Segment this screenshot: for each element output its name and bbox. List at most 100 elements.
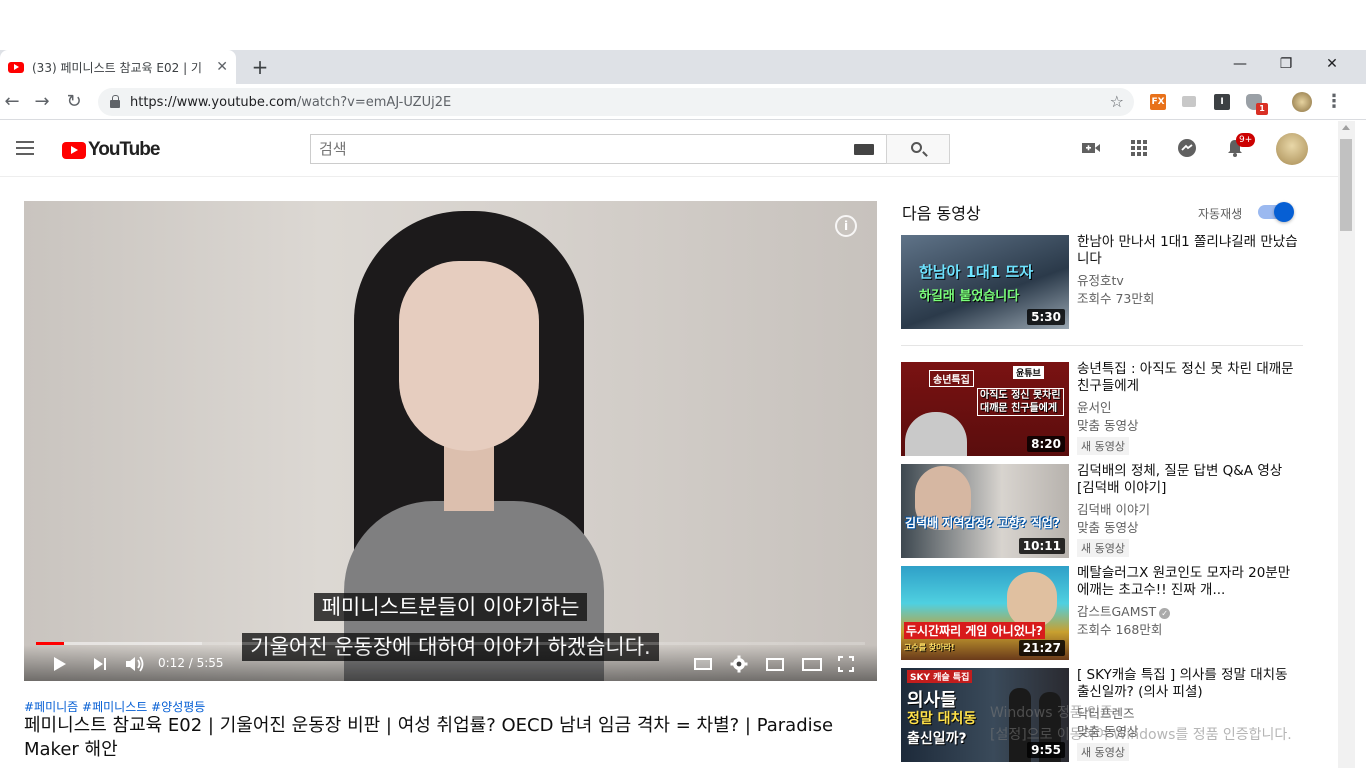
hamburger-menu-icon[interactable] (16, 141, 34, 155)
video-meta: 김덕배의 정체, 질문 답변 Q&A 영상 [김덕배 이야기] 김덕배 이야기 … (1077, 463, 1302, 557)
create-video-icon[interactable] (1080, 137, 1102, 159)
video-thumbnail[interactable]: 송년특집 윤튜브 아직도 정신 못차린 대깨문 친구들에게 8:20 (901, 362, 1069, 456)
apps-grid-icon[interactable] (1128, 137, 1150, 159)
youtube-favicon-icon (8, 61, 24, 73)
youtube-header: YouTube 9+ (0, 121, 1338, 177)
menu-kebab-icon[interactable]: ⋮ (1324, 92, 1344, 112)
thumbnail-caption: 대깨문 친구들에게 (980, 403, 1058, 414)
new-video-badge: 새 동영상 (1077, 437, 1129, 455)
tab-title: (33) 페미니스트 참교육 E02 | 기 (32, 60, 202, 75)
video-duration: 10:11 (1018, 538, 1065, 554)
thumbnail-cartoon-face (905, 412, 967, 456)
video-duration: 5:30 (1027, 309, 1065, 325)
video-thumbnail[interactable]: 두시간짜리 게임 아니었나? 고수를 찾아라! 21:27 (901, 566, 1069, 660)
address-bar[interactable]: https://www.youtube.com/watch?v=emAJ-UZU… (98, 88, 1134, 116)
forward-arrow-icon[interactable]: → (32, 92, 52, 112)
video-item-title[interactable]: 메탈슬러그X 원코인도 모자라 20분만에깨는 초고수!! 진짜 개... (1077, 565, 1302, 599)
extension-card-icon[interactable] (1182, 96, 1196, 107)
play-icon[interactable] (54, 657, 66, 671)
autoplay-toggle[interactable] (1258, 202, 1294, 222)
thumbnail-caption: 윤튜브 (1013, 366, 1044, 379)
info-card-icon[interactable]: i (835, 215, 857, 237)
search-icon (911, 142, 922, 153)
recommended-video[interactable]: 두시간짜리 게임 아니었나? 고수를 찾아라! 21:27 메탈슬러그X 원코인… (901, 565, 1311, 660)
video-meta: 송년특집 : 아직도 정신 못 차린 대깨문 친구들에게 윤서인 맞춤 동영상 … (1077, 361, 1302, 455)
next-video-icon[interactable] (94, 658, 103, 670)
bookmark-star-icon[interactable]: ☆ (1110, 92, 1124, 111)
scrollbar-thumb[interactable] (1340, 139, 1352, 231)
theater-mode-icon[interactable] (802, 658, 822, 671)
channel-name[interactable]: 감스트GAMST (1077, 604, 1156, 619)
fullscreen-icon[interactable] (838, 656, 854, 672)
channel-name-row[interactable]: 감스트GAMST ✓ (1077, 603, 1302, 621)
view-count: 조회수 168만회 (1077, 622, 1163, 637)
view-count: 맞춤 동영상 (1077, 418, 1139, 433)
thumbnail-caption: 고수를 찾아라! (904, 643, 955, 652)
profile-avatar-icon[interactable] (1292, 92, 1312, 112)
player-controls: 0:12 / 5:55 (24, 645, 877, 681)
thumbnail-caption-box: 아직도 정신 못차린 대깨문 친구들에게 (977, 388, 1064, 416)
new-video-badge: 새 동영상 (1077, 539, 1129, 557)
next-video-bar (104, 658, 106, 670)
thumbnail-caption: 두시간짜리 게임 아니었나? (904, 622, 1045, 639)
miniplayer-icon[interactable] (766, 658, 784, 671)
back-arrow-icon[interactable]: ← (2, 92, 22, 112)
volume-icon[interactable] (124, 655, 146, 673)
video-player[interactable]: i 페미니스트분들이 이야기하는 기울어진 운동장에 대하여 이야기 하겠습니다… (24, 201, 877, 681)
youtube-logo[interactable]: YouTube (62, 139, 160, 161)
settings-gear-icon[interactable] (730, 655, 748, 673)
desktop-top-area (0, 0, 1366, 50)
autoplay-label: 자동재생 (1198, 207, 1243, 221)
subtitles-icon[interactable] (694, 658, 712, 670)
channel-name[interactable]: 김덕배 이야기 (1077, 501, 1302, 519)
recommended-video[interactable]: 한남아 1대1 뜨자 하길래 붙었습니다 5:30 한남아 만나서 1대1 쫄리… (901, 234, 1311, 329)
extension-i-icon[interactable]: I (1214, 94, 1230, 110)
search-input[interactable] (319, 140, 839, 158)
up-next-heading: 다음 동영상 (902, 204, 981, 223)
messages-icon[interactable] (1176, 137, 1198, 159)
thumbnail-caption: 출신일까? (907, 731, 967, 747)
reload-icon[interactable]: ↻ (64, 92, 84, 112)
video-item-title[interactable]: 송년특집 : 아직도 정신 못 차린 대깨문 친구들에게 (1077, 361, 1302, 395)
channel-name[interactable]: 윤서인 (1077, 399, 1302, 417)
video-item-title[interactable]: [ SKY캐슬 특집 ] 의사를 정말 대치동 출신일까? (의사 피셜) (1077, 667, 1302, 701)
video-thumbnail[interactable]: 한남아 1대1 뜨자 하길래 붙었습니다 5:30 (901, 235, 1069, 329)
video-thumbnail[interactable]: 김덕배 지역감정? 고향? 직업? 10:11 (901, 464, 1069, 558)
youtube-wordmark: YouTube (88, 139, 160, 160)
url-text: https://www.youtube.com/watch?v=emAJ-UZU… (130, 94, 452, 110)
tab-strip: (33) 페미니스트 참교육 E02 | 기 ✕ + — ❐ ✕ (0, 50, 1366, 84)
close-window-button[interactable]: ✕ (1320, 56, 1344, 76)
recommended-video[interactable]: 송년특집 윤튜브 아직도 정신 못차린 대깨문 친구들에게 8:20 송년특집 … (901, 361, 1311, 456)
browser-toolbar: ← → ↻ https://www.youtube.com/watch?v=em… (0, 84, 1366, 120)
watermark-line: [설정]으로 이동하여 Windows를 정품 인증합니다. (990, 727, 1292, 743)
video-frame-neck (444, 441, 494, 511)
browser-tab[interactable]: (33) 페미니스트 참교육 E02 | 기 ✕ (0, 50, 236, 84)
account-avatar[interactable] (1276, 133, 1308, 165)
page-scrollbar[interactable] (1338, 121, 1355, 768)
scroll-up-arrow-icon[interactable] (1342, 125, 1350, 130)
restore-button[interactable]: ❐ (1274, 56, 1298, 76)
keyboard-icon[interactable] (854, 144, 874, 155)
video-title: 페미니스트 참교육 E02 | 기울어진 운동장 비판 | 여성 취업률? OE… (24, 715, 834, 760)
video-duration: 8:20 (1027, 436, 1065, 452)
search-box[interactable] (310, 134, 886, 164)
search-button[interactable] (886, 134, 950, 164)
thumbnail-face (1007, 572, 1057, 628)
thumbnail-caption: 한남아 1대1 뜨자 (919, 263, 1034, 281)
youtube-play-logo-icon (62, 141, 86, 159)
windows-activation-watermark: Windows 정품 인증 [설정]으로 이동하여 Windows를 정품 인증… (990, 702, 1292, 746)
thumbnail-caption: 하길래 붙었습니다 (919, 289, 1020, 304)
notification-badge: 9+ (1236, 133, 1256, 147)
verified-check-icon: ✓ (1159, 608, 1171, 619)
thumbnail-caption: SKY 캐슬 특집 (907, 670, 973, 683)
minimize-button[interactable]: — (1228, 56, 1252, 76)
video-item-title[interactable]: 한남아 만나서 1대1 쫄리냐길래 만났습니다 (1077, 234, 1302, 268)
extension-fx-icon[interactable]: FX (1150, 94, 1166, 110)
video-hashtags[interactable]: #페미니즘 #페미니스트 #양성평등 (24, 698, 205, 715)
new-tab-button[interactable]: + (250, 56, 270, 78)
recommended-video[interactable]: 김덕배 지역감정? 고향? 직업? 10:11 김덕배의 정체, 질문 답변 Q… (901, 463, 1311, 558)
video-meta: 한남아 만나서 1대1 쫄리냐길래 만났습니다 유정호tv 조회수 73만회 (1077, 234, 1302, 308)
tab-close-icon[interactable]: ✕ (216, 59, 228, 75)
video-item-title[interactable]: 김덕배의 정체, 질문 답변 Q&A 영상 [김덕배 이야기] (1077, 463, 1302, 497)
channel-name[interactable]: 유정호tv (1077, 272, 1302, 290)
